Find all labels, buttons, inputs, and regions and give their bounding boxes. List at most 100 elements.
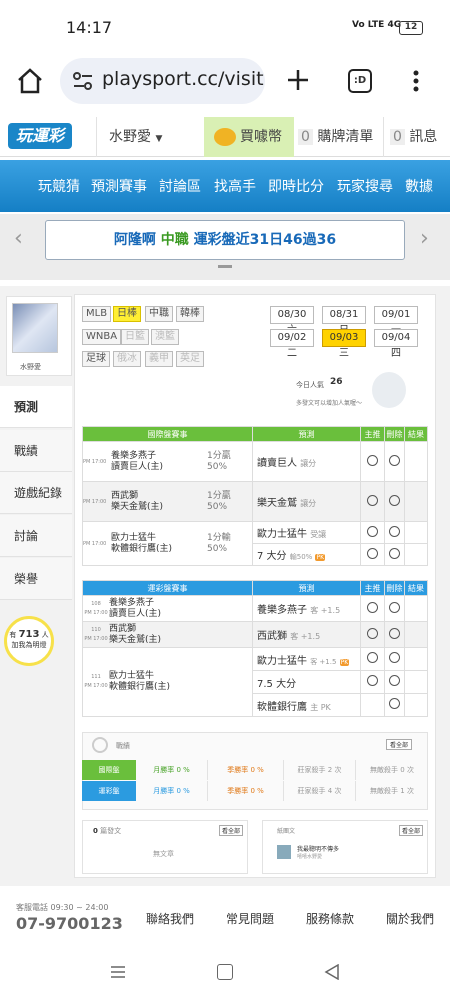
coins-label: 買噱幣: [240, 129, 282, 145]
site-footer: 客服電話 09:30 ~ 24:00 07-9700123 聯絡我們 常見問題 …: [0, 888, 450, 948]
main-pick-radio[interactable]: [367, 627, 378, 639]
nav-item-guess[interactable]: 玩競猜: [38, 176, 80, 196]
record-label: 運彩盤: [82, 781, 136, 801]
delete-radio[interactable]: [389, 494, 400, 506]
footer-faq[interactable]: 常見問題: [226, 910, 274, 927]
league-epl[interactable]: 英足: [176, 351, 204, 367]
footer-contact[interactable]: 聯絡我們: [146, 910, 194, 927]
league-cpbl[interactable]: 中職: [145, 306, 173, 322]
paper-post-title[interactable]: 我最聰明不傳多: [297, 844, 339, 853]
main-pick-radio[interactable]: [367, 494, 378, 506]
match-time: PM 17:00: [84, 635, 108, 642]
delete-radio[interactable]: [389, 698, 400, 709]
pick-team: 樂天金鷲: [257, 498, 297, 509]
sidebar-item-honor[interactable]: 榮譽: [0, 558, 72, 600]
line-result: 1分贏: [207, 450, 231, 461]
site-settings-icon[interactable]: [72, 72, 94, 93]
nav-item-stats[interactable]: 數據: [405, 176, 433, 196]
intl-table: 國際盤賽事 預測 主推 刪除 結果 PM 17:00 養樂多燕子 讀賣巨人(主) 1分…: [82, 426, 428, 566]
lightbulb-badge[interactable]: 有 713 人 加我為明燈: [4, 616, 54, 666]
footer-terms[interactable]: 服務條款: [306, 910, 354, 927]
date-0831[interactable]: 08/31 日: [322, 306, 366, 336]
match-number: 111: [91, 674, 101, 680]
post-thumbnail: [277, 845, 291, 859]
nav-item-experts[interactable]: 找高手: [214, 176, 256, 196]
league-nbl[interactable]: 澳籃: [151, 329, 179, 345]
team-home: 軟體銀行鷹(主): [109, 682, 171, 692]
delete-radio[interactable]: [389, 454, 400, 466]
match-time: PM 17:00: [84, 609, 108, 616]
league-mlb[interactable]: MLB: [82, 306, 112, 322]
date-0902[interactable]: 09/02 二: [270, 329, 314, 359]
delete-radio[interactable]: [389, 675, 400, 686]
post-more-button[interactable]: 看全部: [219, 825, 244, 836]
hotline-phone[interactable]: 07-9700123: [16, 914, 123, 933]
home-icon[interactable]: [16, 68, 44, 97]
paper-more-button[interactable]: 看全部: [399, 825, 424, 836]
main-pick-radio[interactable]: [367, 652, 378, 663]
date-0903[interactable]: 09/03 三: [322, 329, 366, 359]
record-icon: [92, 737, 108, 753]
league-jbl[interactable]: 日籃: [121, 329, 149, 345]
main-pick-radio[interactable]: [367, 675, 378, 686]
delete-radio[interactable]: [389, 627, 400, 639]
table-row: PM 17:00 西武獅 樂天金鷲(主) 1分贏 50% 樂天金鷲 讓分: [82, 481, 428, 522]
league-kbo[interactable]: 韓棒: [176, 306, 204, 322]
league-khl[interactable]: 俄冰: [113, 351, 141, 367]
local-header-delete: 刪除: [384, 580, 405, 596]
status-time: 14:17: [66, 18, 113, 37]
record-more-button[interactable]: 看全部: [386, 739, 413, 750]
sidebar-item-record[interactable]: 戰績: [0, 430, 72, 472]
back-icon[interactable]: [324, 963, 340, 983]
chevron-left-icon[interactable]: ‹: [14, 226, 23, 251]
pick-tag: 讓分: [300, 459, 317, 468]
avatar[interactable]: [12, 303, 58, 353]
cart-button[interactable]: 0 購牌清單: [298, 117, 380, 157]
cart-count: 0: [298, 129, 313, 145]
delete-radio[interactable]: [389, 525, 400, 537]
date-0904[interactable]: 09/04 四: [374, 329, 418, 359]
recents-icon[interactable]: [110, 964, 126, 983]
date-0830[interactable]: 08/30 六: [270, 306, 314, 336]
main-pick-radio[interactable]: [367, 547, 378, 559]
date-0901[interactable]: 09/01 一: [374, 306, 418, 336]
main-pick-radio[interactable]: [367, 601, 378, 613]
delete-radio[interactable]: [389, 547, 400, 559]
intl-header-result: 結果: [404, 426, 428, 442]
nav-item-livescore[interactable]: 即時比分: [268, 176, 324, 196]
footer-about[interactable]: 關於我們: [386, 910, 434, 927]
main-nav: 玩競猜 預測賽事 討論區 找高手 即時比分 玩家搜尋 數據: [0, 160, 450, 212]
record-row-local: 運彩盤 月勝率 0 % 季勝率 0 % 莊家殺手 4 次 無敵殺手 1 次: [82, 781, 428, 801]
popularity-note: 多發文可以增加人氣喔～: [296, 400, 363, 407]
nav-item-forum[interactable]: 討論區: [159, 176, 201, 196]
menu-icon[interactable]: [412, 70, 420, 95]
league-npb[interactable]: 日棒: [113, 306, 141, 322]
league-wnba[interactable]: WNBA: [82, 329, 122, 345]
tab-switcher-button[interactable]: :D: [348, 69, 372, 93]
user-menu[interactable]: 水野愛 ▼: [96, 117, 200, 157]
record-row-intl: 國際盤 月勝率 0 % 季勝率 0 % 莊家殺手 2 次 無敵殺手 0 次: [82, 760, 428, 780]
address-bar[interactable]: playsport.cc/visit: [60, 58, 265, 104]
coins-button[interactable]: 買噱幣: [204, 117, 294, 157]
nav-item-player-search[interactable]: 玩家搜尋: [337, 176, 393, 196]
local-header-match: 運彩盤賽事: [82, 580, 253, 596]
expert-banner[interactable]: 阿隆啊 中職 運彩盤近31日46過36: [45, 220, 405, 260]
league-seriea[interactable]: 義甲: [145, 351, 173, 367]
messages-button[interactable]: 0 訊息: [383, 117, 450, 157]
main-pick-radio[interactable]: [367, 454, 378, 466]
banner-expert-name: 阿隆啊: [113, 232, 156, 248]
sidebar-item-discuss[interactable]: 討論: [0, 515, 72, 557]
site-logo[interactable]: 玩運彩: [8, 123, 72, 149]
sidebar-item-games[interactable]: 遊戲紀錄: [0, 472, 72, 514]
league-soccer[interactable]: 足球: [82, 351, 110, 367]
pick-tag: 客 +1.5: [290, 632, 321, 641]
chevron-right-icon[interactable]: ›: [420, 226, 429, 251]
main-pick-radio[interactable]: [367, 525, 378, 537]
delete-radio[interactable]: [389, 652, 400, 663]
new-tab-icon[interactable]: [286, 68, 310, 95]
delete-radio[interactable]: [389, 601, 400, 613]
sidebar-item-predict[interactable]: 預測: [0, 386, 72, 428]
nav-item-predict[interactable]: 預測賽事: [91, 176, 147, 196]
home-nav-icon[interactable]: [217, 964, 233, 980]
team-home: 讀賣巨人(主): [111, 461, 164, 472]
